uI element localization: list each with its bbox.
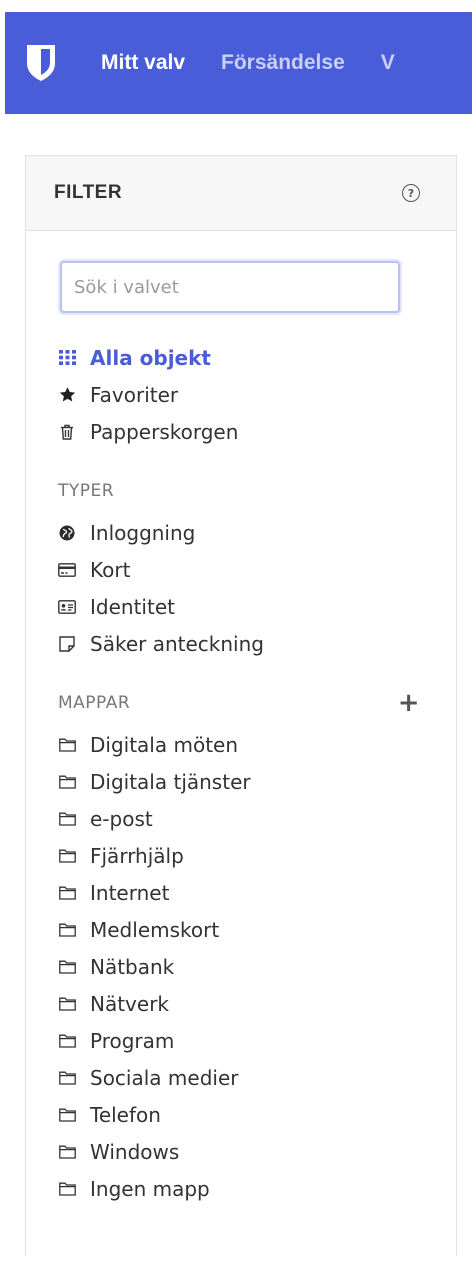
type-login-label: Inloggning [90,520,196,545]
folder-icon [58,995,76,1013]
add-folder-plus-icon[interactable]: + [398,690,420,716]
folder-item[interactable]: e-post [58,800,456,837]
grid-icon [58,349,76,367]
nav-my-vault[interactable]: Mitt valv [101,51,185,75]
globe-icon [58,524,76,542]
folder-item[interactable]: Digitala tjänster [58,763,456,800]
folder-label: Windows [90,1139,180,1164]
filter-favorites[interactable]: Favoriter [58,376,456,413]
folder-label: Nätverk [90,991,170,1016]
type-identity[interactable]: Identitet [58,588,456,625]
filter-all-items[interactable]: Alla objekt [58,339,456,376]
search-input[interactable] [60,261,400,313]
help-icon[interactable]: ? [402,184,420,202]
top-bar: Mitt valv Försändelse V [0,0,472,116]
id-card-icon [58,598,76,616]
folder-label: Medlemskort [90,917,220,942]
folder-icon [58,810,76,828]
folder-icon [58,1032,76,1050]
nav-next-truncated[interactable]: V [381,51,395,75]
folder-item[interactable]: Program [58,1022,456,1059]
shield-logo-icon[interactable] [23,41,59,85]
type-secure-note-label: Säker anteckning [90,631,264,656]
folder-item[interactable]: Internet [58,874,456,911]
folder-icon [58,1180,76,1198]
filter-header: FILTER ? [26,156,456,231]
folder-item[interactable]: Sociala medier [58,1059,456,1096]
filter-panel: FILTER ? Alla objekt [25,155,457,1256]
note-icon [58,635,76,653]
folder-label: Digitala tjänster [90,769,251,794]
navbar: Mitt valv Försändelse V [5,12,472,114]
folder-item[interactable]: Medlemskort [58,911,456,948]
folder-item[interactable]: Fjärrhjälp [58,837,456,874]
folder-label: Fjärrhjälp [90,843,184,868]
folder-item[interactable]: Nätverk [58,985,456,1022]
type-secure-note[interactable]: Säker anteckning [58,625,456,662]
folder-label: Telefon [90,1102,161,1127]
folder-label: Ingen mapp [90,1176,210,1201]
folders-title: MAPPAR [58,693,131,713]
type-card[interactable]: Kort [58,551,456,588]
folder-icon [58,1143,76,1161]
folder-label: Sociala medier [90,1065,239,1090]
filter-body: Alla objekt Favoriter Papperskorgen T [26,231,456,1207]
type-login[interactable]: Inloggning [58,514,456,551]
folder-icon [58,921,76,939]
star-icon [58,386,76,404]
folder-icon [58,958,76,976]
folder-icon [58,847,76,865]
filter-trash[interactable]: Papperskorgen [58,413,456,450]
types-section-title: TYPER [58,476,420,506]
folder-icon [58,773,76,791]
folder-label: Program [90,1028,175,1053]
folders-list: Digitala möten Digitala tjänster e-post … [58,726,456,1207]
folder-icon [58,1106,76,1124]
type-card-label: Kort [90,557,131,582]
folder-label: Digitala möten [90,732,239,757]
folder-icon [58,884,76,902]
collection-list: Alla objekt Favoriter Papperskorgen [58,339,456,450]
filter-favorites-label: Favoriter [90,382,179,407]
folder-label: Internet [90,880,170,905]
folder-item[interactable]: Digitala möten [58,726,456,763]
credit-card-icon [58,561,76,579]
filter-title: FILTER [54,182,123,203]
folder-label: Nätbank [90,954,175,979]
types-title: TYPER [58,481,115,501]
folders-section-title: MAPPAR + [58,688,420,718]
filter-all-items-label: Alla objekt [90,345,211,370]
folder-item[interactable]: Nätbank [58,948,456,985]
folder-item[interactable]: Ingen mapp [58,1170,456,1207]
trash-icon [58,423,76,441]
folder-icon [58,736,76,754]
type-identity-label: Identitet [90,594,175,619]
folder-label: e-post [90,806,153,831]
folder-icon [58,1069,76,1087]
nav-send[interactable]: Försändelse [221,51,345,75]
folder-item[interactable]: Telefon [58,1096,456,1133]
types-list: Inloggning Kort Identitet Säker anteckni… [58,514,456,662]
filter-trash-label: Papperskorgen [90,419,239,444]
folder-item[interactable]: Windows [58,1133,456,1170]
